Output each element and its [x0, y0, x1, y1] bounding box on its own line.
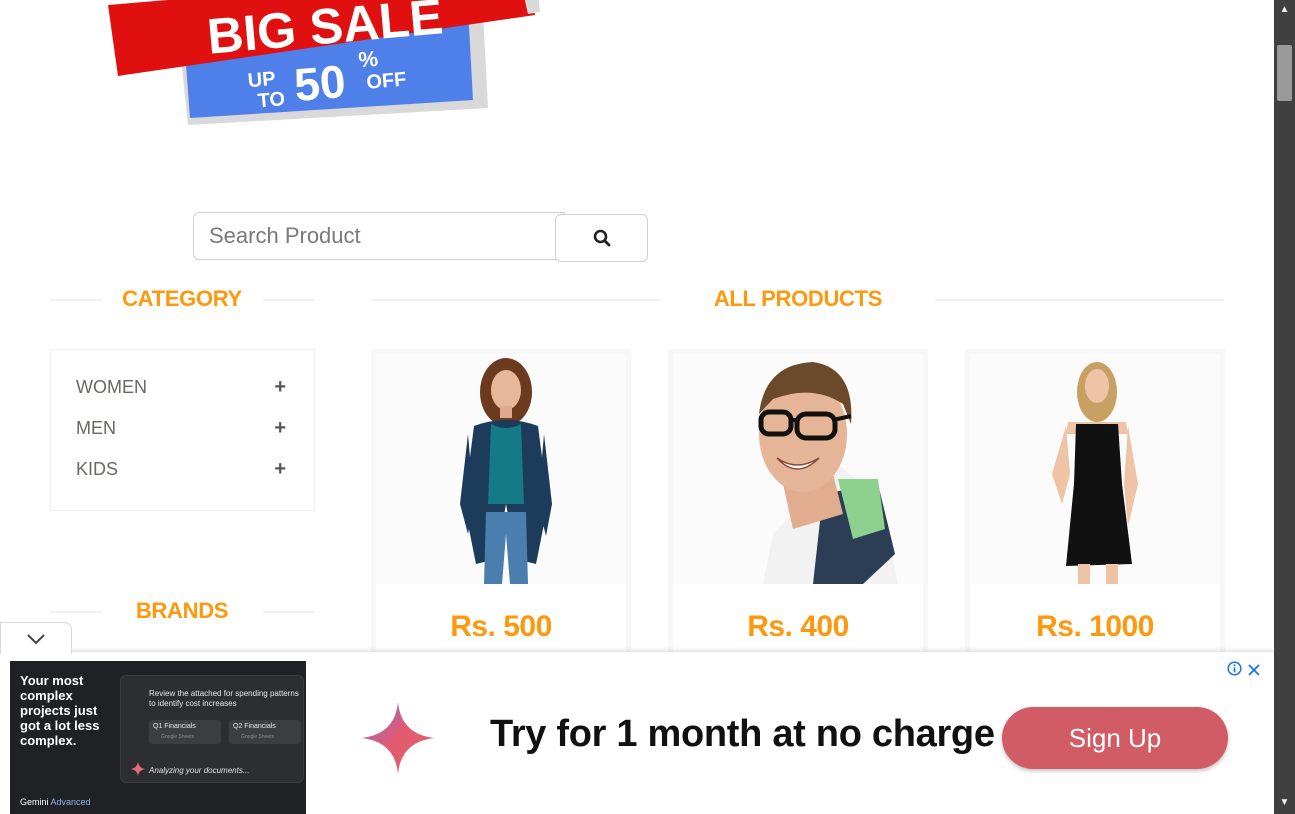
product-price: Rs. 400	[747, 610, 849, 643]
ad-collapse-button[interactable]	[0, 622, 72, 654]
divider	[371, 299, 661, 301]
sale-banner: BIG SALE UP TO 50 % OFF	[108, 0, 548, 130]
banner-percent: %	[357, 46, 379, 73]
plus-icon[interactable]: +	[274, 458, 286, 481]
ad-chip-sub: Google Sheets	[161, 734, 195, 740]
scrollbar[interactable]	[1274, 0, 1295, 814]
divider	[50, 299, 102, 301]
product-price: Rs. 500	[450, 610, 552, 643]
all-products-title: ALL PRODUCTS	[713, 286, 883, 311]
ad-image[interactable]: Your most complex projects just got a lo…	[10, 661, 306, 814]
ad-brand: Gemini Advanced	[20, 797, 91, 807]
sparkle-icon	[131, 762, 145, 776]
divider	[935, 299, 1224, 301]
banner-amount: 50	[292, 55, 348, 111]
sign-up-button[interactable]: Sign Up	[1002, 707, 1228, 769]
search-bar	[193, 212, 565, 260]
scrollbar-thumb[interactable]	[1277, 45, 1292, 101]
ad-headline[interactable]: Try for 1 month at no charge	[490, 713, 995, 756]
info-icon[interactable]	[1227, 661, 1242, 679]
category-men[interactable]: MEN +	[76, 413, 286, 443]
category-women[interactable]: WOMEN +	[76, 372, 286, 402]
ad-left-headline: Your most complex projects just got a lo…	[20, 673, 100, 748]
divider	[263, 299, 315, 301]
divider	[263, 611, 315, 613]
product-card[interactable]: Rs. 400	[668, 349, 928, 669]
close-icon[interactable]	[1247, 659, 1261, 682]
ad-brand-suffix: Advanced	[50, 797, 91, 807]
banner-to: TO	[257, 88, 286, 112]
search-icon	[593, 229, 610, 247]
ad-chip: Q1 Financials Google Sheets	[149, 720, 221, 744]
category-label: KIDS	[76, 458, 119, 479]
ad-chip-label: Q2 Financials	[233, 723, 276, 730]
product-card[interactable]: Rs. 500	[371, 349, 631, 669]
category-panel: WOMEN + MEN + KIDS +	[50, 349, 315, 511]
product-image-woman[interactable]	[376, 354, 626, 584]
category-label: MEN	[76, 417, 116, 438]
product-image-man[interactable]	[673, 354, 923, 584]
ad-chip-label: Q1 Financials	[153, 723, 196, 730]
plus-icon[interactable]: +	[274, 376, 286, 399]
category-kids[interactable]: KIDS +	[76, 454, 286, 484]
ad-chip: Q2 Financials Google Sheets	[229, 720, 301, 744]
plus-icon[interactable]: +	[274, 417, 286, 440]
scroll-down-arrow[interactable]: ▼	[1274, 797, 1295, 808]
search-input[interactable]	[207, 222, 564, 250]
banner-off: OFF	[366, 68, 408, 93]
scroll-up-arrow[interactable]: ▲	[1274, 4, 1295, 15]
chevron-down-icon	[27, 633, 45, 644]
ad-preview-panel: Review the attached for spending pattern…	[120, 675, 304, 783]
product-price: Rs. 1000	[1036, 610, 1154, 643]
category-label: WOMEN	[76, 376, 147, 397]
category-title: CATEGORY	[122, 286, 242, 311]
product-card[interactable]: Rs. 1000	[965, 349, 1225, 669]
search-button[interactable]	[555, 214, 648, 262]
ad-panel-text: Review the attached for spending pattern…	[149, 689, 299, 708]
ad-analyzing-text: Analyzing your documents...	[149, 766, 250, 775]
ad-brand-name: Gemini	[20, 797, 49, 807]
divider	[50, 611, 102, 613]
brands-title: BRANDS	[135, 598, 229, 623]
gemini-sparkle-icon	[362, 702, 434, 774]
ad-chip-sub: Google Sheets	[241, 734, 275, 740]
product-image-girl[interactable]	[970, 354, 1220, 584]
